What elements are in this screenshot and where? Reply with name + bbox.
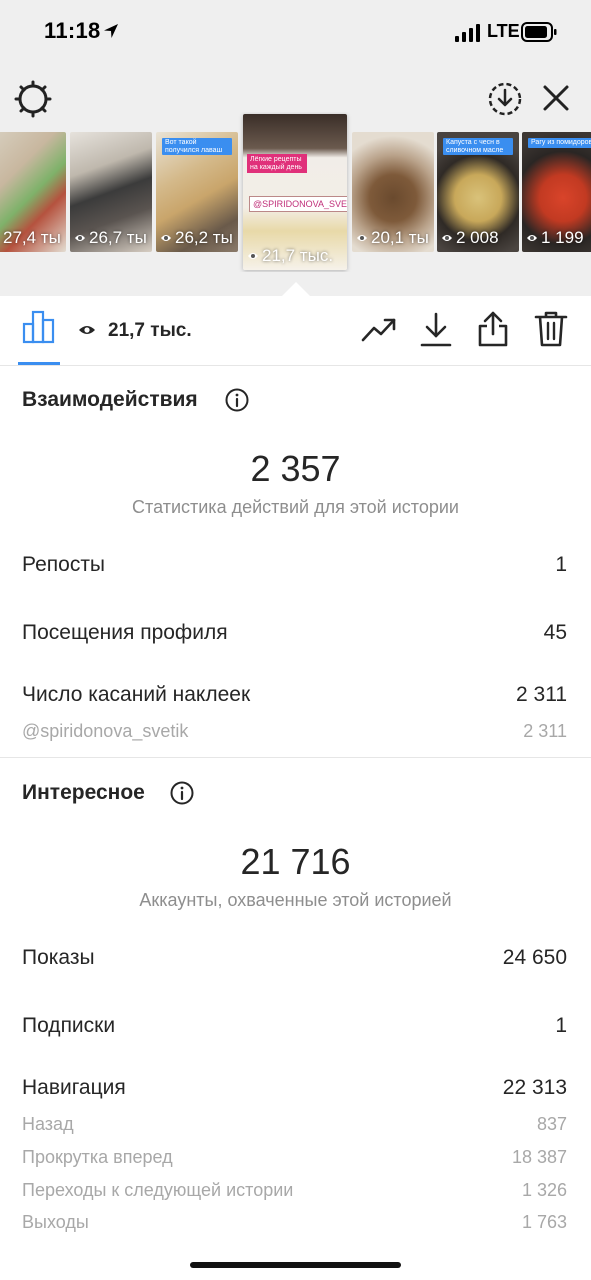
- eye-icon: [357, 235, 367, 241]
- discovery-section-title: Интересное: [22, 781, 145, 804]
- interactions-caption: Статистика действий для этой истории: [132, 497, 459, 517]
- story-view-count: 26,2 ты: [160, 228, 233, 248]
- story-thumbnail[interactable]: 26,7 ты: [70, 132, 152, 252]
- story-view-count: 27,4 ты: [3, 228, 61, 247]
- discovery-total: 21 716: [240, 841, 351, 882]
- sticker-mention-label: @spiridonova_svetik: [22, 721, 189, 741]
- story-thumbnail[interactable]: 27,4 ты: [0, 132, 66, 252]
- story-view-count: 2 008: [441, 228, 499, 248]
- share-icon[interactable]: [477, 310, 509, 348]
- interactions-section-title: Взаимодействия: [22, 388, 198, 411]
- forward-label: Прокрутка вперед: [22, 1147, 173, 1167]
- next-story-value: 1 326: [521, 1180, 567, 1200]
- info-icon[interactable]: [170, 781, 194, 805]
- eye-icon: [161, 235, 171, 241]
- eye-icon: [442, 235, 452, 241]
- back-label: Назад: [22, 1114, 74, 1134]
- back-value: 837: [536, 1114, 567, 1134]
- download-icon[interactable]: [420, 312, 452, 348]
- story-view-count: 1 199: [526, 228, 584, 248]
- story-caption: Лёгкие рецепты на каждый день: [247, 154, 307, 174]
- insights-bar-chart-icon[interactable]: [22, 310, 56, 344]
- selected-story-pointer: [282, 282, 310, 296]
- story-caption: Рагу из помидоров: [528, 138, 591, 148]
- status-time: 11:18: [44, 18, 101, 43]
- eye-icon: [75, 235, 85, 241]
- eye-icon: [527, 235, 537, 241]
- follows-label: Подписки: [22, 1014, 116, 1037]
- story-thumbnail[interactable]: Рагу из помидоров 1 199: [522, 132, 591, 252]
- battery-icon: [521, 22, 557, 42]
- story-view-count: 21,7 тыс.: [247, 246, 333, 266]
- next-story-label: Переходы к следующей истории: [22, 1180, 294, 1200]
- status-bar: 11:18 LTE: [0, 0, 591, 64]
- eye-icon: [79, 326, 95, 334]
- impressions-label: Показы: [22, 946, 95, 969]
- story-thumbnail[interactable]: Капуста с чесн в сливочном масле 2 008: [437, 132, 519, 252]
- section-divider: [0, 757, 591, 758]
- impressions-value: 24 650: [502, 946, 567, 969]
- close-icon[interactable]: [540, 82, 572, 114]
- story-thumbnail[interactable]: 20,1 ты: [352, 132, 434, 252]
- location-arrow-icon: [104, 24, 118, 38]
- story-thumbnails-strip: 27,4 ты 26,7 ты Вот такой получился лава…: [0, 112, 591, 272]
- discovery-caption: Аккаунты, охваченные этой историей: [139, 890, 452, 910]
- story-sticker: @SPIRIDONOVA_SVETIK: [249, 196, 347, 212]
- forward-value: 18 387: [511, 1147, 567, 1167]
- follows-value: 1: [555, 1014, 567, 1037]
- signal-bars-icon: [455, 24, 480, 42]
- profile-visits-label: Посещения профиля: [22, 621, 228, 644]
- interactions-total: 2 357: [250, 448, 341, 489]
- story-view-count: 20,1 ты: [356, 228, 429, 248]
- shares-value: 1: [555, 553, 567, 576]
- delete-trash-icon[interactable]: [534, 310, 568, 348]
- story-action-bar: 21,7 тыс.: [0, 296, 591, 366]
- active-tab-indicator: [18, 362, 60, 365]
- profile-visits-value: 45: [543, 621, 567, 644]
- sticker-taps-label: Число касаний наклеек: [22, 683, 251, 706]
- shares-label: Репосты: [22, 553, 106, 576]
- story-thumbnail-active[interactable]: Лёгкие рецепты на каждый день @SPIRIDONO…: [243, 114, 347, 270]
- info-icon[interactable]: [225, 388, 249, 412]
- story-caption: Капуста с чесн в сливочном масле: [443, 138, 513, 156]
- navigation-value: 22 313: [502, 1076, 567, 1099]
- home-indicator[interactable]: [190, 1262, 401, 1268]
- promote-trend-icon[interactable]: [361, 314, 397, 346]
- story-view-count-label: 21,7 тыс.: [108, 320, 192, 341]
- sticker-taps-value: 2 311: [516, 683, 567, 706]
- story-caption: Вот такой получился лаваш: [162, 138, 232, 156]
- exits-label: Выходы: [22, 1212, 89, 1232]
- story-thumbnail[interactable]: Вот такой получился лаваш 26,2 ты: [156, 132, 238, 252]
- navigation-label: Навигация: [22, 1076, 126, 1099]
- network-type: LTE: [487, 21, 520, 41]
- exits-value: 1 763: [521, 1212, 567, 1232]
- eye-icon: [248, 253, 258, 259]
- story-view-count: 26,7 ты: [74, 228, 147, 248]
- sticker-mention-value: 2 311: [523, 721, 567, 741]
